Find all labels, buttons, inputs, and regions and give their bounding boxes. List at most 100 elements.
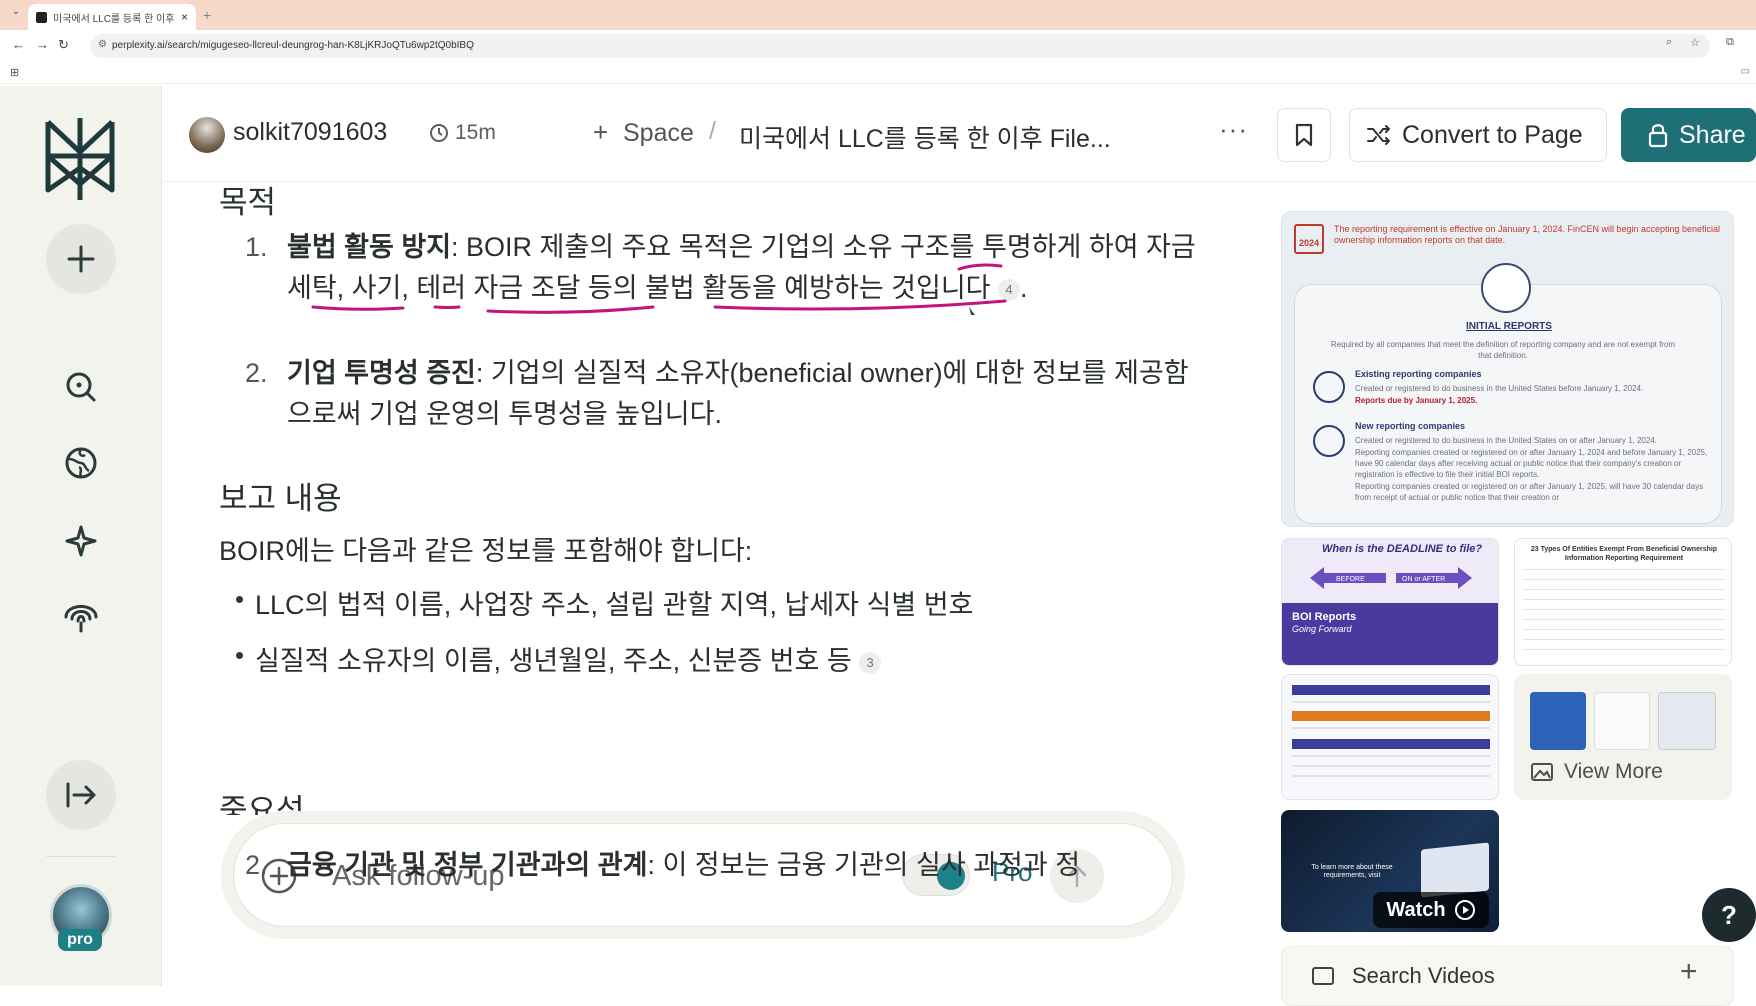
bullet-item: 실질적 소유자의 이름, 생년월일, 주소, 신분증 번호 등 3 xyxy=(236,639,882,678)
faq-line xyxy=(1292,765,1490,767)
thread-age: 15m xyxy=(455,121,496,144)
view-more-thumb xyxy=(1658,692,1716,750)
bookmarks-bar: ⊞ ▭ xyxy=(0,62,1756,84)
video-screen-graphic xyxy=(1421,842,1489,898)
globe-icon xyxy=(65,447,97,479)
list-item-title: 기업 투명성 증진 xyxy=(287,358,476,388)
extensions-icon[interactable]: ⧉ xyxy=(1726,36,1734,49)
table-thumb-row xyxy=(1523,619,1725,620)
plus-icon xyxy=(67,245,95,273)
breadcrumb-separator: / xyxy=(709,117,716,145)
new-tab-button[interactable]: + xyxy=(203,7,211,23)
share-button[interactable]: Share xyxy=(1621,108,1756,162)
user-avatar[interactable] xyxy=(189,117,225,153)
new-text-3: Reporting companies created or registere… xyxy=(1355,482,1704,502)
new-text-2: Reporting companies created or registere… xyxy=(1355,448,1708,479)
view-more-thumb xyxy=(1530,692,1586,750)
video-caption: To learn more about these requirements, … xyxy=(1311,864,1393,879)
bullet-dot xyxy=(236,652,243,659)
new-thread-button[interactable] xyxy=(46,224,116,294)
table-thumb-row xyxy=(1523,589,1725,590)
discover-nav-button[interactable] xyxy=(46,428,116,498)
hero-panel: INITIAL REPORTS Required by all companie… xyxy=(1294,263,1722,524)
add-to-space-button[interactable]: Space xyxy=(623,119,694,148)
citation-badge[interactable]: 3 xyxy=(859,651,882,674)
play-icon xyxy=(1454,900,1475,920)
media-thumbnail-deadline[interactable]: When is the DEADLINE to file? BEFORE ON … xyxy=(1281,538,1499,666)
bookmark-folder-icon[interactable]: ▭ xyxy=(1741,66,1750,77)
media-thumbnail-table[interactable]: 23 Types Of Entities Exempt From Benefic… xyxy=(1514,538,1732,666)
faq-line xyxy=(1292,727,1490,729)
list-number: 1. xyxy=(245,232,268,262)
section-heading-report: 보고 내용 xyxy=(219,481,342,516)
media-thumbnail-faq[interactable] xyxy=(1281,674,1499,800)
reload-icon[interactable]: ↻ xyxy=(58,37,69,53)
site-info-icon[interactable]: ⚙ xyxy=(98,39,107,50)
deadline-boi: BOI Reports xyxy=(1292,611,1357,623)
faq-line xyxy=(1292,701,1490,703)
favicon-icon xyxy=(36,11,47,23)
media-image-card[interactable]: 2024 The reporting requirement is effect… xyxy=(1281,211,1734,527)
add-space-icon[interactable]: + xyxy=(593,117,608,148)
table-thumb-row xyxy=(1523,609,1725,610)
bullet-item: LLC의 법적 이름, 사업장 주소, 설립 관할 지역, 납세자 식별 번호 xyxy=(236,583,973,622)
bookmark-star-icon[interactable]: ☆ xyxy=(1690,36,1700,49)
list-item-text: : 이 정보는 금융 기관의 실사 과정과 정 xyxy=(647,850,1081,880)
bookmark-button[interactable] xyxy=(1277,108,1331,162)
address-bar[interactable]: ⚙ perplexity.ai/search/migugeseo-llcreul… xyxy=(90,34,1710,58)
apps-grid-icon[interactable]: ⊞ xyxy=(10,66,19,79)
deadline-arrows: BEFORE ON or AFTER xyxy=(1310,567,1472,589)
back-icon[interactable]: ← xyxy=(12,37,25,52)
tab-title: 미국에서 LLC를 등록 한 이후 F xyxy=(53,13,175,25)
view-more-button[interactable]: View More xyxy=(1514,674,1732,800)
faq-bar xyxy=(1292,739,1490,749)
watch-button[interactable]: Watch xyxy=(1373,892,1489,928)
list-number: 2. xyxy=(245,850,268,880)
tab-close-icon[interactable]: × xyxy=(181,10,188,24)
library-nav-button[interactable] xyxy=(46,582,116,652)
search-icon xyxy=(66,372,96,402)
hero-panel-title: INITIAL REPORTS xyxy=(1466,321,1552,332)
forward-icon[interactable]: → xyxy=(36,37,49,52)
bullet-text: 실질적 소유자의 이름, 생년월일, 주소, 신분증 번호 등 xyxy=(255,646,852,676)
faq-line xyxy=(1292,755,1490,757)
sparkle-company-icon xyxy=(1313,425,1345,457)
thread-title[interactable]: 미국에서 LLC를 등록 한 이후 File... xyxy=(739,119,1111,155)
pro-badge: pro xyxy=(58,929,102,951)
expand-sidebar-button[interactable] xyxy=(46,760,116,830)
video-thumbnail[interactable]: To learn more about these requirements, … xyxy=(1281,810,1499,932)
image-icon xyxy=(1531,763,1553,781)
new-title: New reporting companies xyxy=(1355,421,1466,431)
browser-tabbar: ⌄ 미국에서 LLC를 등록 한 이후 F × + xyxy=(0,0,1756,30)
browser-tab[interactable]: 미국에서 LLC를 등록 한 이후 F × xyxy=(28,4,196,30)
thread-header: solkit7091603 15m + Space / 미국에서 LLC를 등록… xyxy=(163,86,1756,182)
faq-bar xyxy=(1292,685,1490,695)
citation-badge[interactable]: 4 xyxy=(998,278,1021,301)
spaces-nav-button[interactable] xyxy=(46,506,116,576)
media-column: 2024 The reporting requirement is effect… xyxy=(1278,208,1744,1006)
deadline-after: ON or AFTER xyxy=(1402,576,1445,583)
view-more-label: View More xyxy=(1530,760,1663,784)
hero-notice-text: The reporting requirement is effective o… xyxy=(1334,224,1721,245)
list-item-title: 불법 활동 방지 xyxy=(287,232,452,262)
list-item-body: 불법 활동 방지: BOIR 제출의 주요 목적은 기업의 소유 구조를 투명하… xyxy=(287,227,1202,309)
deadline-boi-label: BOI Reports Going Forward xyxy=(1292,611,1356,635)
new-text-1: Created or registered to do business in … xyxy=(1355,436,1657,445)
signal-icon xyxy=(64,605,98,633)
table-thumb-row xyxy=(1523,649,1725,650)
username: solkit7091603 xyxy=(233,118,388,146)
table-thumb-row xyxy=(1523,599,1725,600)
convert-to-page-button[interactable]: Convert to Page xyxy=(1349,108,1607,162)
deadline-sub: Going Forward xyxy=(1292,624,1352,634)
search-nav-button[interactable] xyxy=(46,352,116,422)
zoom-icon[interactable]: ⌕ xyxy=(1666,36,1672,49)
help-button[interactable]: ? xyxy=(1702,888,1756,942)
deadline-before: BEFORE xyxy=(1336,576,1365,583)
perplexity-logo-icon[interactable] xyxy=(40,114,120,204)
search-videos-button[interactable]: Search Videos + xyxy=(1281,946,1734,1006)
tab-list-icon[interactable]: ⌄ xyxy=(8,6,24,22)
view-more-text: View More xyxy=(1564,760,1663,783)
more-options-button[interactable]: ··· xyxy=(1219,114,1248,145)
existing-due: Reports due by January 1, 2025. xyxy=(1355,396,1478,405)
list-item-body: 기업 투명성 증진: 기업의 실질적 소유자(beneficial owner)… xyxy=(287,353,1202,435)
